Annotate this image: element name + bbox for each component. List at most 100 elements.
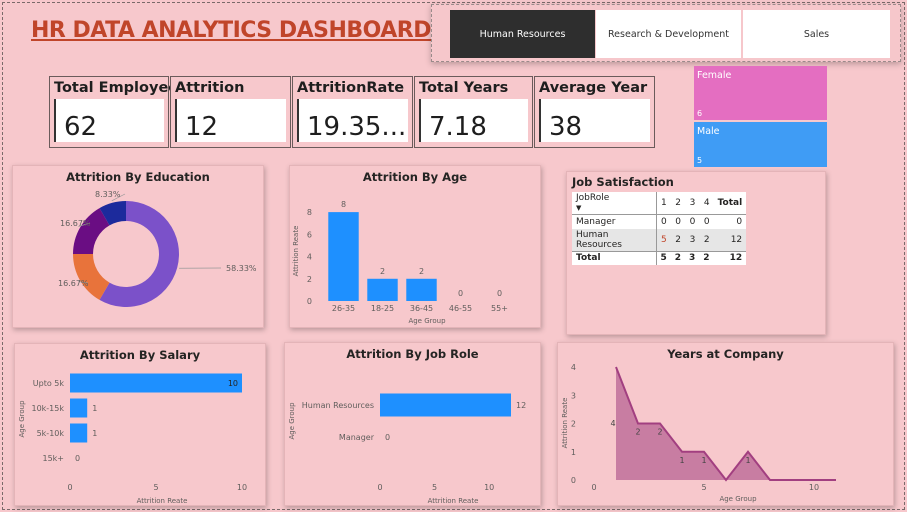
data-label: 1 — [701, 456, 706, 465]
matrix-col-header: 1 — [655, 192, 671, 215]
data-label: 10 — [228, 379, 238, 388]
matrix-col-header: 2 — [670, 192, 686, 215]
data-label: 1 — [92, 429, 97, 438]
data-label: 8.33% — [95, 190, 121, 199]
kpi-average-year: Average Year 38 — [534, 76, 655, 148]
y-tick-label: 0 — [307, 297, 312, 306]
x-tick-label: 26-35 — [332, 304, 355, 313]
x-tick-label: 10 — [484, 483, 494, 492]
data-label: 1 — [92, 404, 97, 413]
page-title: HR DATA ANALYTICS DASHBOARD — [31, 18, 431, 43]
matrix-row-header[interactable]: JobRole ▼ — [572, 192, 656, 215]
bar-chart: 0 5 10Attrition ReateAge GroupUpto 5k 1010k… — [18, 373, 247, 505]
gender-label: Female — [697, 70, 732, 81]
y-tick-label: 0 — [571, 476, 576, 485]
panel-attrition-by-education: Attrition By Education 58.33% 16.67% 16.67… — [12, 165, 264, 328]
donut-chart: 58.33% 16.67% 16.67% 8.33% — [58, 190, 257, 307]
y-tick-label: 5k-10k — [37, 429, 65, 438]
tab-research-development[interactable]: Research & Development — [596, 10, 741, 58]
data-label: 2 — [419, 267, 424, 276]
matrix-row-label: Human Resources — [572, 228, 656, 251]
matrix-cell: 2 — [699, 250, 714, 265]
sort-down-icon[interactable]: ▼ — [576, 204, 581, 212]
kpi-total-employees: Total Employees 62 — [49, 76, 187, 148]
tab-sales[interactable]: Sales — [743, 10, 890, 58]
x-tick-label: 5 — [153, 483, 158, 492]
matrix-cell: 0 — [736, 216, 743, 227]
y-axis-label: Attrition Reate — [292, 226, 300, 277]
panel-years-at-company: Years at Company 0 1 2 3 4 0 5 10 Age Group Attri… — [557, 342, 894, 506]
y-tick-label: Upto 5k — [33, 379, 65, 388]
y-tick-label: 2 — [307, 275, 312, 284]
kpi-label: Average Year — [539, 80, 648, 96]
x-tick-label: 0 — [67, 483, 72, 492]
matrix-cell: 2 — [670, 250, 686, 265]
matrix-row[interactable]: Manager 0 0 0 0 0 — [572, 214, 746, 229]
matrix-row[interactable]: Human Resources 5 2 3 2 12 — [572, 228, 747, 251]
y-tick-label: 6 — [307, 230, 312, 239]
kpi-label: Total Employees — [54, 80, 187, 96]
data-label: 2 — [635, 428, 640, 437]
gender-label: Male — [697, 126, 720, 137]
kpi-label: AttritionRate — [297, 80, 405, 96]
y-tick-label: 2 — [571, 420, 576, 429]
matrix-cell: 2 — [670, 228, 686, 251]
x-axis-label: Attrition Reate — [428, 497, 479, 505]
y-axis-label: Age Group — [288, 402, 296, 440]
area-chart: 0 1 2 3 4 0 5 10 Age Group Attrition Reate 4 2 2 1 1 1 — [561, 363, 836, 503]
matrix-cell: 0 — [703, 216, 710, 227]
matrix-cell: 12 — [713, 250, 747, 265]
matrix-col-header: 3 — [685, 192, 700, 215]
y-tick-label: 4 — [571, 363, 576, 372]
bar — [406, 278, 437, 301]
y-tick-label: 3 — [571, 391, 576, 400]
y-tick-label: Human Resources — [302, 401, 374, 410]
bar — [367, 278, 398, 301]
gender-tile-male[interactable]: Male 5 — [694, 122, 827, 167]
bar — [70, 423, 88, 443]
y-tick-label: 1 — [571, 448, 576, 457]
kpi-attrition-rate: AttritionRate 19.35... — [292, 76, 413, 148]
kpi-value: 12 — [185, 112, 219, 142]
y-tick-label: 10k-15k — [31, 404, 64, 413]
matrix-cell: 3 — [685, 250, 700, 265]
matrix-cell: 0 — [655, 214, 671, 229]
kpi-label: Total Years — [419, 80, 509, 96]
x-tick-label: 55+ — [491, 304, 508, 313]
matrix-cell: 2 — [699, 228, 714, 251]
kpi-value: 62 — [64, 112, 98, 142]
tab-human-resources[interactable]: Human Resources — [450, 10, 595, 58]
x-tick-label: 10 — [809, 483, 819, 492]
data-label: 2 — [657, 428, 662, 437]
bar-chart: 0 5 10 Attrition Reate Age Group Human Resour… — [288, 393, 526, 505]
y-tick-label: Manager — [339, 433, 375, 442]
x-axis-label: Age Group — [408, 317, 446, 325]
kpi-value: 19.35... — [307, 112, 407, 142]
x-tick-label: 18-25 — [371, 304, 394, 313]
x-tick-label: 5 — [701, 483, 706, 492]
data-label: 8 — [341, 200, 346, 209]
gender-tile-female[interactable]: Female 6 — [694, 66, 827, 120]
x-tick-label: 0 — [377, 483, 382, 492]
kpi-value: 7.18 — [429, 112, 487, 142]
matrix-cell: 0 — [689, 216, 696, 227]
y-tick-label: 8 — [307, 208, 312, 217]
x-axis-label: Attrition Reate — [137, 497, 188, 505]
panel-attrition-by-salary: Attrition By Salary 0 5 10 Attrition Reate A… — [14, 343, 266, 506]
department-slicer: Human Resources Research & Development S… — [431, 4, 901, 62]
matrix-cell: 3 — [685, 228, 700, 251]
x-tick-label: 10 — [237, 483, 247, 492]
bar — [70, 398, 88, 418]
gender-value: 5 — [697, 156, 703, 165]
panel-attrition-by-age: Attrition By Age 0 2 4 6 8 Attrition Reate 8 26… — [289, 165, 541, 328]
panel-job-satisfaction: Job Satisfaction JobRole ▼ 1 2 3 4 Total … — [566, 171, 826, 335]
data-label: 0 — [75, 454, 80, 463]
matrix-cell: 12 — [713, 228, 747, 251]
data-label: 16.67% — [58, 279, 89, 288]
matrix-title: Job Satisfaction — [572, 175, 674, 189]
bar — [328, 212, 359, 301]
y-tick-label: 15k+ — [42, 454, 64, 463]
bar-chart: 0 2 4 6 8 Attrition Reate 8 26-35 2 18-25 2 36-45 0 4… — [292, 200, 508, 325]
matrix-row-label: Manager — [576, 216, 616, 227]
data-label: 0 — [385, 433, 390, 442]
